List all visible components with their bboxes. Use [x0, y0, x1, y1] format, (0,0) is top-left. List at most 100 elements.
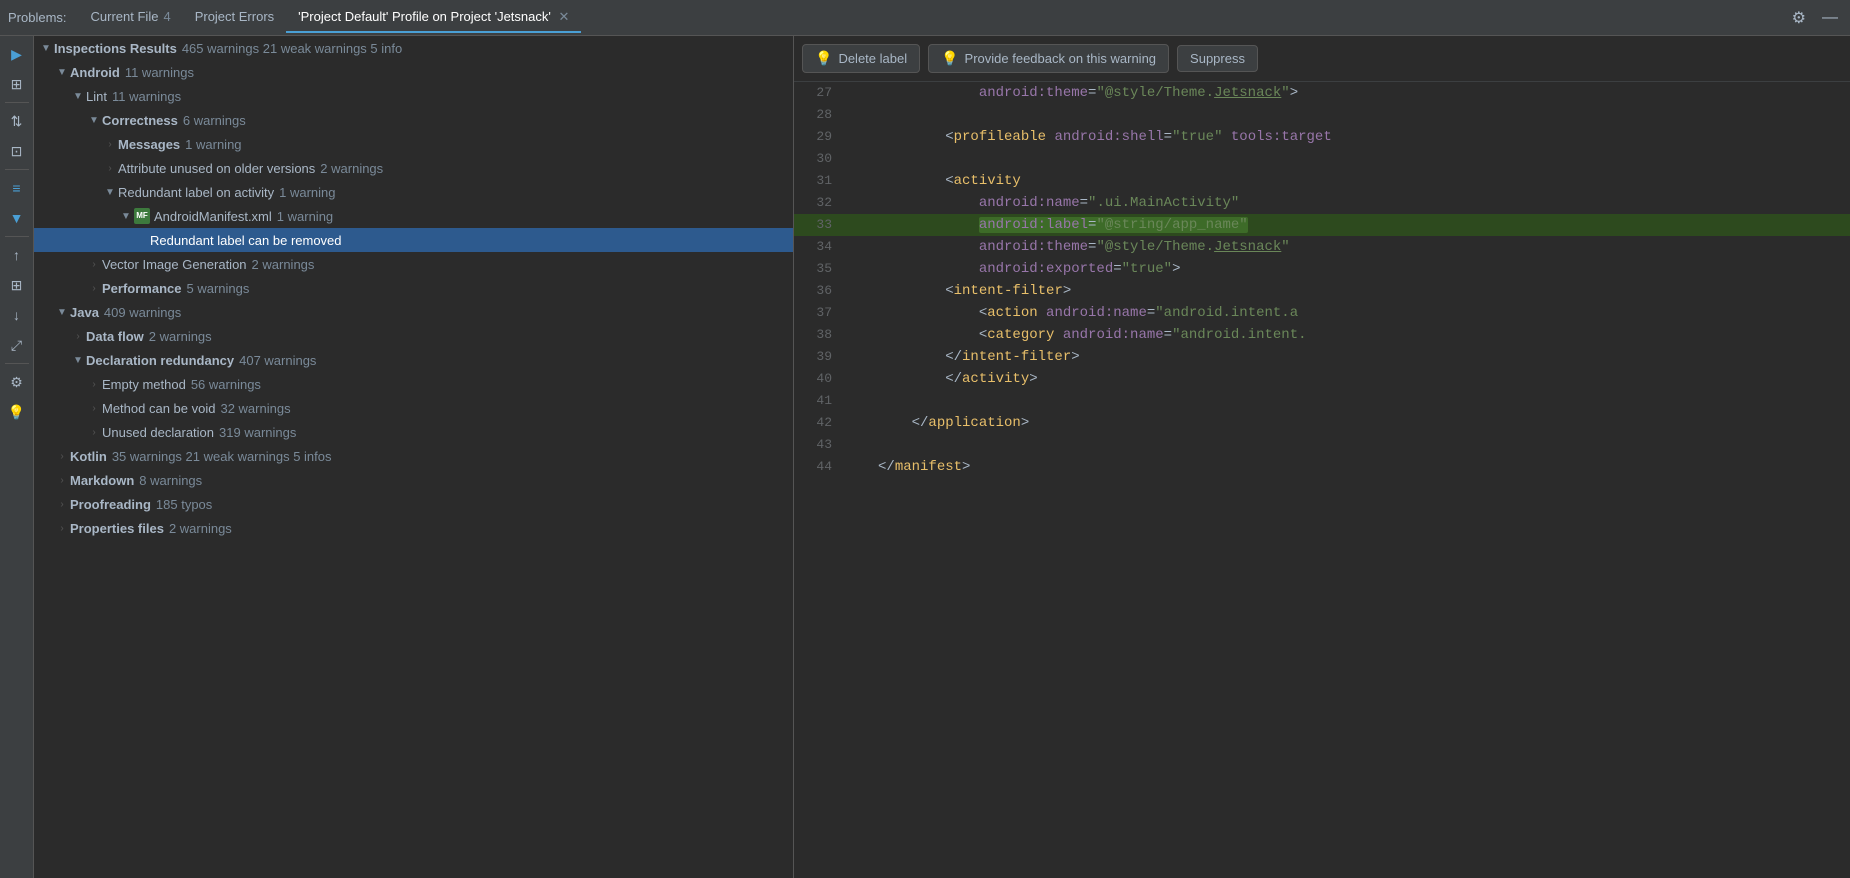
tab-profile[interactable]: 'Project Default' Profile on Project 'Je… — [286, 3, 581, 33]
action-bar: 💡 Delete label 💡 Provide feedback on thi… — [794, 36, 1850, 82]
lint-arrow: ▼ — [70, 91, 86, 102]
tree-java[interactable]: ▼ Java 409 warnings — [34, 300, 793, 324]
code-line-40: 40 </activity> — [794, 368, 1850, 390]
android-arrow: ▼ — [54, 67, 70, 78]
vector-label: Vector Image Generation — [102, 257, 247, 272]
tree-attr-unused[interactable]: › Attribute unused on older versions 2 w… — [34, 156, 793, 180]
sort-ascending-button[interactable]: ⇅ — [3, 107, 31, 135]
tree-data-flow[interactable]: › Data flow 2 warnings — [34, 324, 793, 348]
line-content-32: android:name=".ui.MainActivity" — [874, 192, 1850, 214]
data-flow-arrow: › — [70, 331, 86, 342]
line-num-34: 34 — [794, 236, 844, 258]
tree-method-void[interactable]: › Method can be void 32 warnings — [34, 396, 793, 420]
move-down-button[interactable]: ↓ — [3, 301, 31, 329]
tree-kotlin[interactable]: › Kotlin 35 warnings 21 weak warnings 5 … — [34, 444, 793, 468]
empty-method-label: Empty method — [102, 377, 186, 392]
tree-vector-image[interactable]: › Vector Image Generation 2 warnings — [34, 252, 793, 276]
tab-project-errors[interactable]: Project Errors — [183, 3, 286, 32]
tree-unused-decl[interactable]: › Unused declaration 319 warnings — [34, 420, 793, 444]
unused-decl-count: 319 warnings — [219, 425, 296, 440]
gear-settings-button[interactable]: ⚙ — [3, 368, 31, 396]
line-num-43: 43 — [794, 434, 844, 456]
bulb-button[interactable]: 💡 — [3, 398, 31, 426]
tree-redundant-label[interactable]: ▼ Redundant label on activity 1 warning — [34, 180, 793, 204]
code-line-39: 39 </intent-filter> — [794, 346, 1850, 368]
editor-area: 💡 Delete label 💡 Provide feedback on thi… — [794, 36, 1850, 878]
proofreading-label: Proofreading — [70, 497, 151, 512]
data-flow-count: 2 warnings — [149, 329, 212, 344]
line-num-40: 40 — [794, 368, 844, 390]
suppress-button[interactable]: Suppress — [1177, 45, 1258, 72]
run-button[interactable]: ▶ — [3, 40, 31, 68]
group-button[interactable]: ⊡ — [3, 137, 31, 165]
line-num-41: 41 — [794, 390, 844, 412]
android-label: Android — [70, 65, 120, 80]
tree-android[interactable]: ▼ Android 11 warnings — [34, 60, 793, 84]
suppress-label-text: Suppress — [1190, 51, 1245, 66]
code-line-36: 36 <intent-filter> — [794, 280, 1850, 302]
move-up-button[interactable]: ↑ — [3, 241, 31, 269]
lint-label: Lint — [86, 89, 107, 104]
tree-messages[interactable]: › Messages 1 warning — [34, 132, 793, 156]
problems-label: Problems: — [8, 10, 67, 25]
delete-label-button[interactable]: 💡 Delete label — [802, 44, 920, 73]
line-content-39: </intent-filter> — [874, 346, 1850, 368]
correctness-label: Correctness — [102, 113, 178, 128]
move-export-button[interactable]: ⊞ — [3, 271, 31, 299]
tree-proofreading[interactable]: › Proofreading 185 typos — [34, 492, 793, 516]
line-content-44: </manifest> — [874, 456, 1850, 478]
expand-button[interactable]: ⤢ — [3, 331, 31, 359]
settings-icon[interactable]: ⚙ — [1788, 6, 1810, 30]
line-num-44: 44 — [794, 456, 844, 478]
line-num-37: 37 — [794, 302, 844, 324]
tree-markdown[interactable]: › Markdown 8 warnings — [34, 468, 793, 492]
delete-label-text: Delete label — [838, 51, 907, 66]
tab-close-icon[interactable]: ✕ — [559, 9, 570, 24]
vector-arrow: › — [86, 259, 102, 270]
tree-decl-redundancy[interactable]: ▼ Declaration redundancy 407 warnings — [34, 348, 793, 372]
decl-redundancy-label: Declaration redundancy — [86, 353, 234, 368]
line-content-36: <intent-filter> — [874, 280, 1850, 302]
line-num-36: 36 — [794, 280, 844, 302]
feedback-bulb-icon: 💡 — [941, 50, 958, 67]
attr-unused-count: 2 warnings — [320, 161, 383, 176]
tree-empty-method[interactable]: › Empty method 56 warnings — [34, 372, 793, 396]
line-content-29: <profileable android:shell="true" tools:… — [874, 126, 1850, 148]
redundant-removal-label: Redundant label can be removed — [150, 233, 342, 248]
tab-bar: Problems: Current File4 Project Errors '… — [0, 0, 1850, 36]
line-content-27: android:theme="@style/Theme.Jetsnack"> — [874, 82, 1850, 104]
code-line-44: 44 </manifest> — [794, 456, 1850, 478]
line-num-35: 35 — [794, 258, 844, 280]
tab-current-file[interactable]: Current File4 — [79, 3, 183, 32]
provide-feedback-text: Provide feedback on this warning — [965, 51, 1157, 66]
code-line-35: 35 android:exported="true"> — [794, 258, 1850, 280]
layout-button[interactable]: ⊞ — [3, 70, 31, 98]
performance-arrow: › — [86, 283, 102, 294]
tree-correctness[interactable]: ▼ Correctness 6 warnings — [34, 108, 793, 132]
provide-feedback-button[interactable]: 💡 Provide feedback on this warning — [928, 44, 1169, 73]
kotlin-count: 35 warnings 21 weak warnings 5 infos — [112, 449, 332, 464]
code-line-43: 43 — [794, 434, 1850, 456]
line-content-35: android:exported="true"> — [874, 258, 1850, 280]
attr-unused-label: Attribute unused on older versions — [118, 161, 315, 176]
tree-properties[interactable]: › Properties files 2 warnings — [34, 516, 793, 540]
tree-lint[interactable]: ▼ Lint 11 warnings — [34, 84, 793, 108]
minimize-icon[interactable]: — — [1818, 6, 1842, 30]
unused-decl-arrow: › — [86, 427, 102, 438]
tree-root[interactable]: ▼ Inspections Results 465 warnings 21 we… — [34, 36, 793, 60]
kotlin-label: Kotlin — [70, 449, 107, 464]
tree-redundant-can-be-removed[interactable]: Redundant label can be removed — [34, 228, 793, 252]
tree-manifest-file[interactable]: ▼ MF AndroidManifest.xml 1 warning — [34, 204, 793, 228]
line-content-37: <action android:name="android.intent.a — [874, 302, 1850, 324]
line-num-38: 38 — [794, 324, 844, 346]
tree-performance[interactable]: › Performance 5 warnings — [34, 276, 793, 300]
line-num-27: 27 — [794, 82, 844, 104]
filter-button[interactable]: ▼ — [3, 204, 31, 232]
performance-label: Performance — [102, 281, 181, 296]
java-count: 409 warnings — [104, 305, 181, 320]
lint-count: 11 warnings — [112, 89, 181, 104]
sort-button[interactable]: ≡ — [3, 174, 31, 202]
manifest-arrow: ▼ — [118, 211, 134, 222]
code-line-37: 37 <action android:name="android.intent.… — [794, 302, 1850, 324]
proofreading-count: 185 typos — [156, 497, 212, 512]
